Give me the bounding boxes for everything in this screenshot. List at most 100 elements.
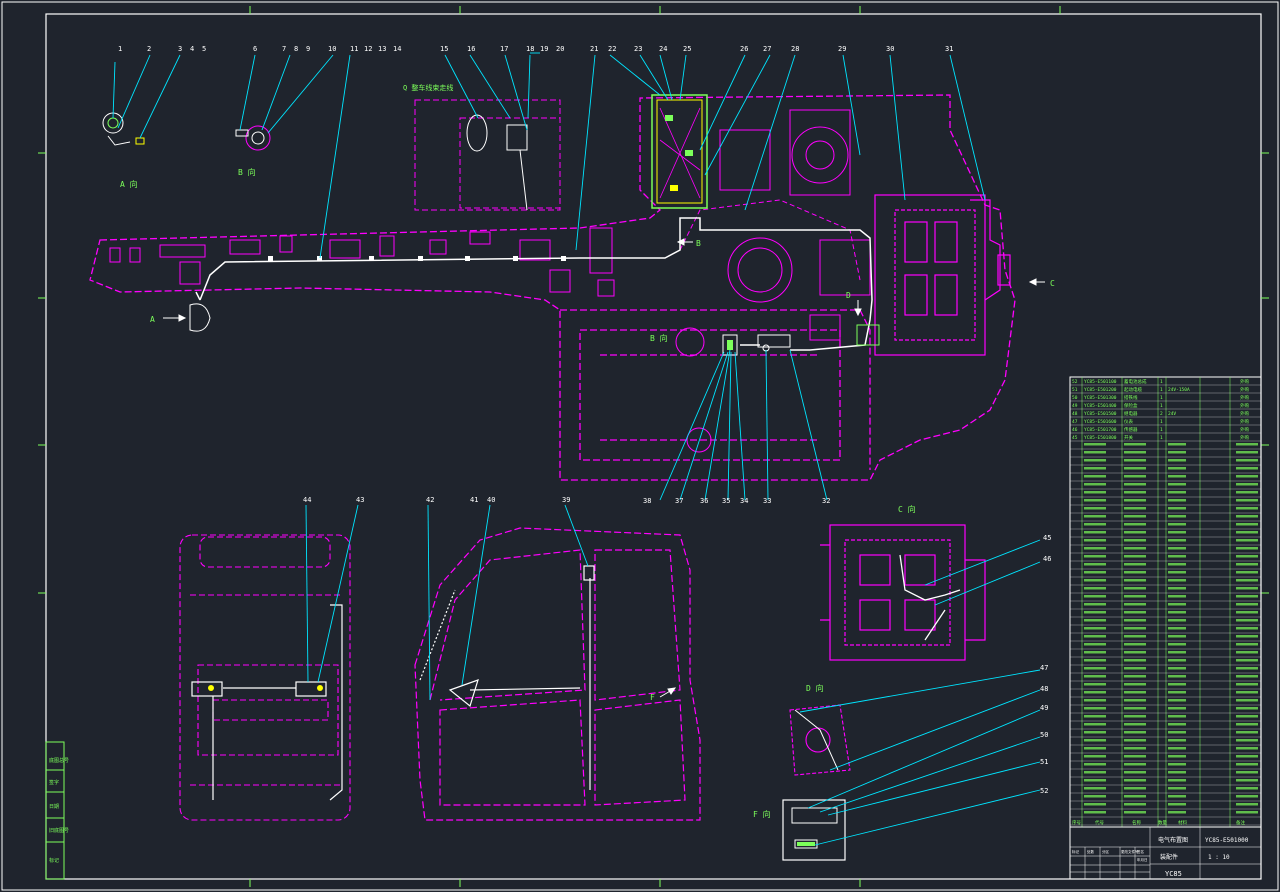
callout-18: 18 xyxy=(526,45,534,53)
bom-placeholder-mark xyxy=(1084,707,1106,710)
bom-row-45-name: 开关 xyxy=(1124,434,1133,441)
bom-placeholder-mark xyxy=(1084,563,1106,566)
view-label-c: C 向 xyxy=(898,504,916,514)
bom-placeholder-mark xyxy=(1236,787,1258,790)
bom-placeholder-mark xyxy=(1236,499,1258,502)
bom-placeholder-mark xyxy=(1124,651,1146,654)
bom-placeholder-mark xyxy=(1084,635,1106,638)
bom-placeholder-mark xyxy=(1236,451,1258,454)
bom-row-48-mat: 24V xyxy=(1168,411,1176,417)
callout-9: 9 xyxy=(306,45,310,53)
callout-52: 52 xyxy=(1040,787,1048,795)
bom-placeholder-mark xyxy=(1124,451,1146,454)
bom-placeholder-mark xyxy=(1124,475,1146,478)
bom-row-45-note: 外购 xyxy=(1240,434,1249,441)
bom-placeholder-mark xyxy=(1124,667,1146,670)
bom-row-51-no: 51 xyxy=(1072,387,1078,393)
bom-placeholder-mark xyxy=(1084,811,1106,814)
bom-row-46-note: 外购 xyxy=(1240,426,1249,433)
arrow-label-a: A xyxy=(150,315,155,324)
bom-placeholder-mark xyxy=(1168,443,1186,446)
bom-placeholder-mark xyxy=(1236,699,1258,702)
bom-header-qty: 数量 xyxy=(1158,819,1167,826)
bom-placeholder-mark xyxy=(1084,659,1106,662)
bom-placeholder-mark xyxy=(1124,579,1146,582)
bom-placeholder-mark xyxy=(1084,643,1106,646)
callout-26: 26 xyxy=(740,45,748,53)
bom-row-49-no: 49 xyxy=(1072,403,1078,409)
callout-8: 8 xyxy=(294,45,298,53)
callout-10: 10 xyxy=(328,45,336,53)
bom-placeholder-mark xyxy=(1124,707,1146,710)
bom-placeholder-mark xyxy=(1236,539,1258,542)
title-scale-label: 装配件 xyxy=(1160,853,1178,861)
bom-row-49-name: 保险盒 xyxy=(1124,402,1138,409)
bom-placeholder-mark xyxy=(1168,483,1186,486)
bom-visible-rows: 52 YC85-E501100 蓄电池总成 1 外购 51 YC85-E5012… xyxy=(1072,378,1249,441)
bom-placeholder-mark xyxy=(1124,643,1146,646)
bom-placeholder-mark xyxy=(1168,723,1186,726)
bom-placeholder-mark xyxy=(1236,715,1258,718)
bom-placeholder-mark xyxy=(1236,595,1258,598)
bom-placeholder-mark xyxy=(1084,675,1106,678)
callouts-mid: 32 33 34 35 36 37 38 xyxy=(643,497,830,505)
bom-row-51-mat: 24V-150A xyxy=(1168,387,1190,393)
bom-row-51-qty: 1 xyxy=(1160,387,1163,393)
strip-text-1: 底图总号 xyxy=(49,757,69,764)
title-part-code: YC85 xyxy=(1165,870,1182,878)
bom-placeholder-mark xyxy=(1084,715,1106,718)
bom-row-51-code: YC85-E501200 xyxy=(1084,387,1117,393)
bom-placeholder-mark xyxy=(1084,747,1106,750)
callout-25: 25 xyxy=(683,45,691,53)
bom-placeholder-mark xyxy=(1084,787,1106,790)
bom-placeholder-mark xyxy=(1124,563,1146,566)
callout-39: 39 xyxy=(562,496,570,504)
bom-header-no: 序号 xyxy=(1072,819,1081,826)
callouts-top: 1 2 3 4 5 6 7 8 9 10 11 12 13 14 15 16 1… xyxy=(118,45,953,53)
callout-23: 23 xyxy=(634,45,642,53)
view-b-detail xyxy=(235,125,271,151)
bom-placeholder-mark xyxy=(1084,451,1106,454)
bom-row-45-qty: 1 xyxy=(1160,435,1163,441)
bom-row-46-qty: 1 xyxy=(1160,427,1163,433)
callout-4: 4 xyxy=(190,45,194,53)
callout-35: 35 xyxy=(722,497,730,505)
callout-29: 29 xyxy=(838,45,846,53)
bom-row-48-no: 48 xyxy=(1072,411,1078,417)
callout-14: 14 xyxy=(393,45,401,53)
callout-27: 27 xyxy=(763,45,771,53)
callout-24: 24 xyxy=(659,45,667,53)
callout-31: 31 xyxy=(945,45,953,53)
rev-col-5: 签名 xyxy=(1137,849,1144,854)
bom-placeholder-mark xyxy=(1084,499,1106,502)
bom-placeholder-mark xyxy=(1236,627,1258,630)
bom-placeholder-mark xyxy=(1084,587,1106,590)
callout-36: 36 xyxy=(700,497,708,505)
bom-placeholder-mark xyxy=(1084,555,1106,558)
callout-42: 42 xyxy=(426,496,434,504)
bom-placeholder-mark xyxy=(1124,763,1146,766)
bom-placeholder-mark xyxy=(1084,539,1106,542)
bom-placeholder-mark xyxy=(1084,603,1106,606)
bom-placeholder-mark xyxy=(1236,611,1258,614)
strip-text-2: 签字 xyxy=(49,779,59,786)
bom-row-45-no: 45 xyxy=(1072,435,1078,441)
title-sheet-text: 1 : 10 xyxy=(1208,854,1230,861)
callout-33: 33 xyxy=(763,497,771,505)
bom-row-47-no: 47 xyxy=(1072,419,1078,425)
bom-placeholder-mark xyxy=(1168,611,1186,614)
bom-placeholder-mark xyxy=(1236,531,1258,534)
callout-47: 47 xyxy=(1040,664,1048,672)
bom-placeholder-mark xyxy=(1124,811,1146,814)
bom-placeholder-mark xyxy=(1084,507,1106,510)
bom-row-48-name: 继电器 xyxy=(1124,410,1138,417)
bom-row-47-name: 仪表 xyxy=(1124,418,1133,425)
bom-placeholder-mark xyxy=(1124,587,1146,590)
bom-placeholder-mark xyxy=(1084,683,1106,686)
bom-placeholder-mark xyxy=(1084,723,1106,726)
bom-placeholder-mark xyxy=(1168,651,1186,654)
bom-row-46-no: 46 xyxy=(1072,427,1078,433)
bom-placeholder-mark xyxy=(1168,667,1186,670)
bom-placeholder-mark xyxy=(1084,443,1106,446)
callout-30: 30 xyxy=(886,45,894,53)
